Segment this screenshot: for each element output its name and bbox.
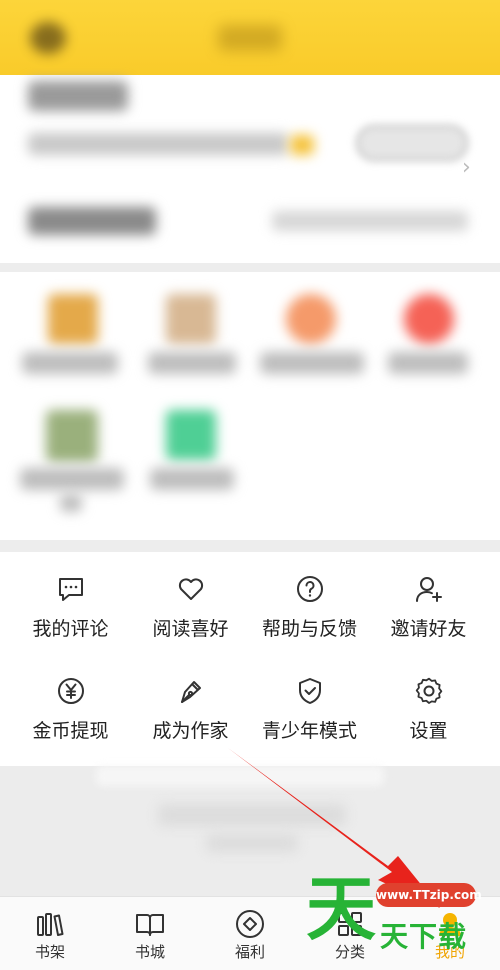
grid-icon-3[interactable] xyxy=(286,294,336,344)
menu-item-coin-withdraw[interactable]: 金币提现 xyxy=(8,654,133,744)
menu-item-become-author[interactable]: 成为作家 xyxy=(128,654,253,744)
grid-icon-6[interactable] xyxy=(166,410,216,460)
header-title-blurred xyxy=(218,25,282,51)
tab-label: 书城 xyxy=(134,943,165,961)
menu-label: 成为作家 xyxy=(152,720,229,742)
grid-label-6 xyxy=(150,468,234,490)
grid-icon-4[interactable] xyxy=(404,294,454,344)
coin-yen-icon xyxy=(57,678,84,704)
grid-icon-1[interactable] xyxy=(48,294,98,344)
tab-label: 福利 xyxy=(234,943,265,961)
menu-item-help-feedback[interactable]: 帮助与反馈 xyxy=(247,552,372,642)
shield-icon xyxy=(298,678,321,704)
footer-text-blurred xyxy=(158,804,346,826)
gear-icon xyxy=(415,677,442,704)
bottom-area xyxy=(0,766,500,896)
menu-label: 阅读喜好 xyxy=(152,618,229,640)
tab-bookshelf[interactable]: 书架 xyxy=(0,897,100,970)
grid-label-5b xyxy=(60,494,82,512)
feature-grid-card xyxy=(0,272,500,540)
menu-item-my-comments[interactable]: 我的评论 xyxy=(8,552,133,642)
menu-label: 帮助与反馈 xyxy=(261,618,357,640)
menu-label: 我的评论 xyxy=(32,618,109,640)
menu-label: 设置 xyxy=(409,720,448,742)
notice-blurred xyxy=(96,766,384,786)
grid-icon-2[interactable] xyxy=(166,294,216,344)
help-icon xyxy=(296,576,323,602)
section-title-blurred xyxy=(28,207,156,235)
tab-label: 书架 xyxy=(34,943,65,961)
comment-icon xyxy=(58,578,83,601)
invite-friend-icon xyxy=(415,577,442,602)
badge-blurred xyxy=(290,135,314,155)
section-more-blurred[interactable] xyxy=(272,211,468,231)
grid-icon-5[interactable] xyxy=(46,410,98,462)
grid-label-3 xyxy=(260,352,364,374)
account-info-blurred xyxy=(28,133,288,155)
menu-item-teen-mode[interactable]: 青少年模式 xyxy=(247,654,372,744)
menu-item-reading-preference[interactable]: 阅读喜好 xyxy=(128,552,253,642)
watermark-url: www.TTzip.com xyxy=(376,883,482,907)
tab-bookstore[interactable]: 书城 xyxy=(100,897,200,970)
welfare-icon xyxy=(236,910,264,938)
menu-label: 金币提现 xyxy=(32,720,109,742)
watermark-big-char: 天 xyxy=(306,868,376,950)
header-bar xyxy=(0,0,500,75)
grid-label-4 xyxy=(388,352,468,374)
account-card[interactable]: › xyxy=(0,75,500,263)
menu-label: 青少年模式 xyxy=(261,720,357,742)
grid-label-5 xyxy=(20,468,124,490)
book-open-icon xyxy=(136,914,164,936)
back-icon[interactable] xyxy=(30,22,66,54)
watermark-text: 天下载 xyxy=(380,920,468,953)
tab-welfare[interactable]: 福利 xyxy=(200,897,300,970)
grid-label-2 xyxy=(148,352,236,374)
pen-icon xyxy=(180,681,201,703)
footer-text-blurred-2 xyxy=(206,834,298,852)
menu-item-invite-friends[interactable]: 邀请好友 xyxy=(366,552,491,642)
chevron-right-icon[interactable]: › xyxy=(462,155,471,180)
menu-label: 邀请好友 xyxy=(390,618,467,640)
action-button-blurred[interactable] xyxy=(356,125,468,161)
menu-item-settings[interactable]: 设置 xyxy=(366,654,491,744)
grid-label-1 xyxy=(22,352,118,374)
heart-icon xyxy=(178,578,203,600)
bookshelf-icon xyxy=(37,913,64,936)
username-blurred xyxy=(28,81,128,111)
menu-card: 我的评论 阅读喜好 帮助与反馈 邀请好友 金币提现 成为作家 青少年模式 设置 xyxy=(0,552,500,766)
